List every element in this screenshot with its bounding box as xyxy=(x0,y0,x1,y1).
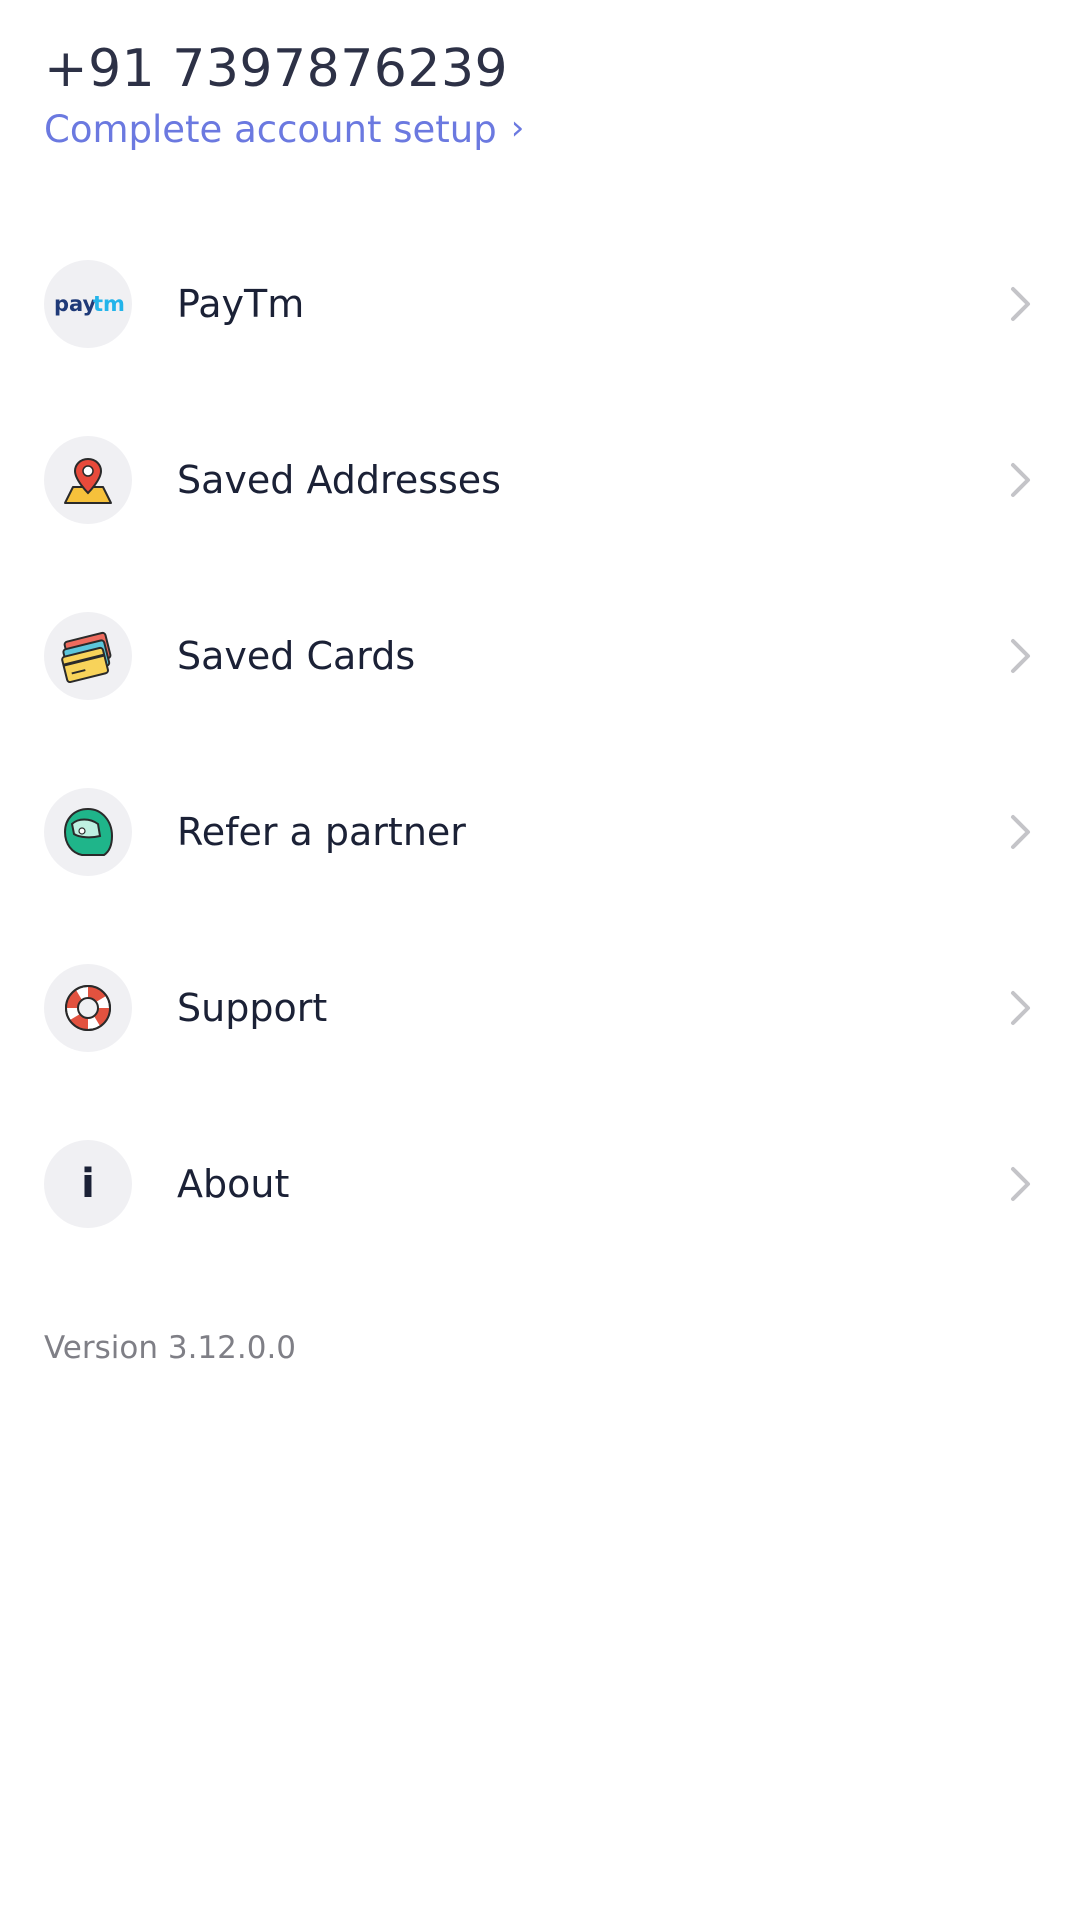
paytm-logo-icon: pay tm xyxy=(44,260,132,348)
menu-item-saved-cards[interactable]: Saved Cards xyxy=(0,568,1080,744)
credit-cards-icon xyxy=(44,612,132,700)
app-version-text: Version 3.12.0.0 xyxy=(44,1330,297,1366)
menu-item-paytm[interactable]: pay tm PayTm xyxy=(0,216,1080,392)
menu-item-about[interactable]: i About xyxy=(0,1096,1080,1272)
menu-item-saved-addresses[interactable]: Saved Addresses xyxy=(0,392,1080,568)
lifebuoy-icon xyxy=(44,964,132,1052)
chevron-right-icon xyxy=(1011,639,1030,673)
phone-number: +91 7397876239 xyxy=(44,39,509,99)
chevron-right-icon xyxy=(1011,1167,1030,1201)
info-glyph: i xyxy=(81,1161,95,1207)
info-icon: i xyxy=(44,1140,132,1228)
menu-item-label: Refer a partner xyxy=(177,810,466,854)
menu-item-refer-a-partner[interactable]: Refer a partner xyxy=(0,744,1080,920)
menu-item-label: About xyxy=(177,1162,290,1206)
menu-item-label: Saved Addresses xyxy=(177,458,501,502)
paytm-logo-text-pay: pay xyxy=(54,292,97,316)
chevron-right-icon: › xyxy=(510,108,525,148)
menu-item-label: PayTm xyxy=(177,282,305,326)
menu-item-label: Support xyxy=(177,986,328,1030)
complete-account-setup-label: Complete account setup xyxy=(44,108,497,151)
chevron-right-icon xyxy=(1011,815,1030,849)
chevron-right-icon xyxy=(1011,463,1030,497)
complete-account-setup-link[interactable]: Complete account setup › xyxy=(44,104,524,156)
menu-item-label: Saved Cards xyxy=(177,634,416,678)
settings-menu: pay tm PayTm Saved Addresses Saved Cards… xyxy=(0,216,1080,1272)
chevron-right-icon xyxy=(1011,287,1030,321)
menu-item-support[interactable]: Support xyxy=(0,920,1080,1096)
chevron-right-icon xyxy=(1011,991,1030,1025)
map-pin-icon xyxy=(44,436,132,524)
account-header: +91 7397876239 Complete account setup › xyxy=(44,34,524,156)
helmet-icon xyxy=(44,788,132,876)
paytm-logo-text-tm: tm xyxy=(93,292,124,316)
